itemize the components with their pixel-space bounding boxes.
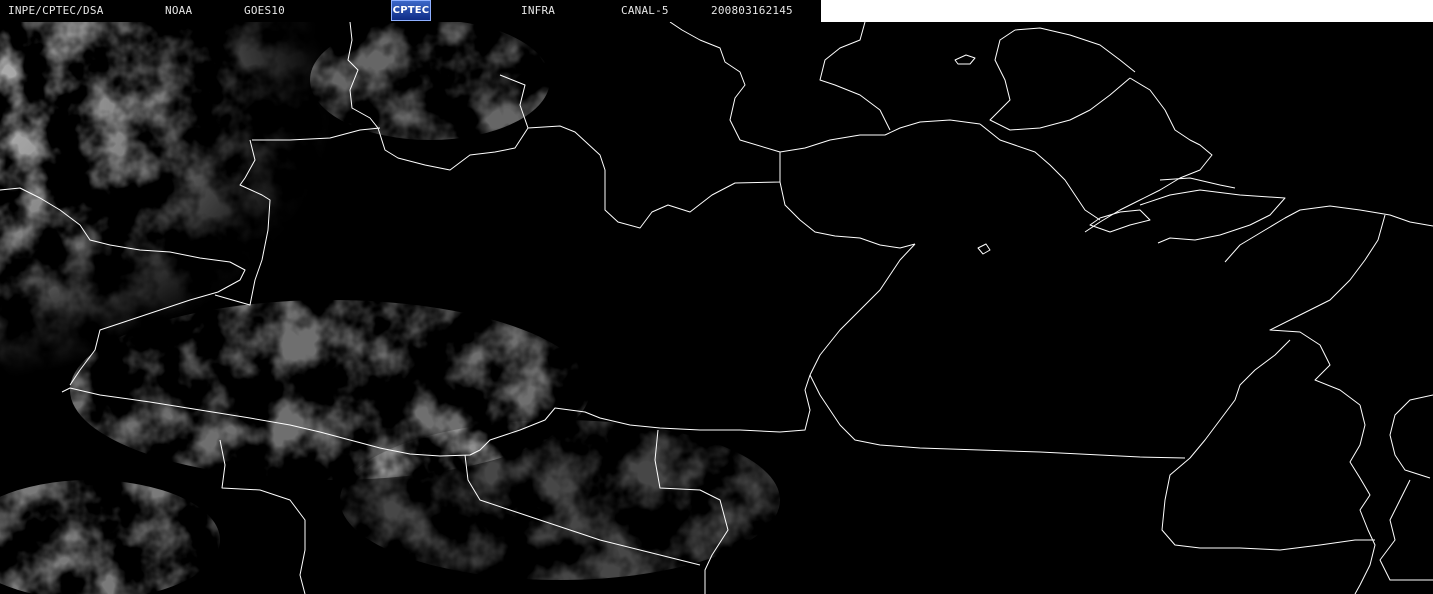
map-svg xyxy=(0,22,1433,594)
header-blank-area xyxy=(821,0,1433,22)
image-header: INPE/CPTEC/DSA NOAA GOES10 CPTEC INFRA C… xyxy=(0,0,821,22)
cptec-logo: CPTEC xyxy=(391,0,431,21)
band-label: INFRA xyxy=(521,4,556,17)
institution-label: INPE/CPTEC/DSA xyxy=(8,4,104,17)
satellite-label: GOES10 xyxy=(244,4,285,17)
datetime-label: 200803162145 xyxy=(711,4,793,17)
agency-label: NOAA xyxy=(165,4,193,17)
cloud-layer xyxy=(0,22,1433,594)
logo-text: CPTEC xyxy=(392,5,430,16)
satellite-map xyxy=(0,22,1433,594)
channel-label: CANAL-5 xyxy=(621,4,669,17)
